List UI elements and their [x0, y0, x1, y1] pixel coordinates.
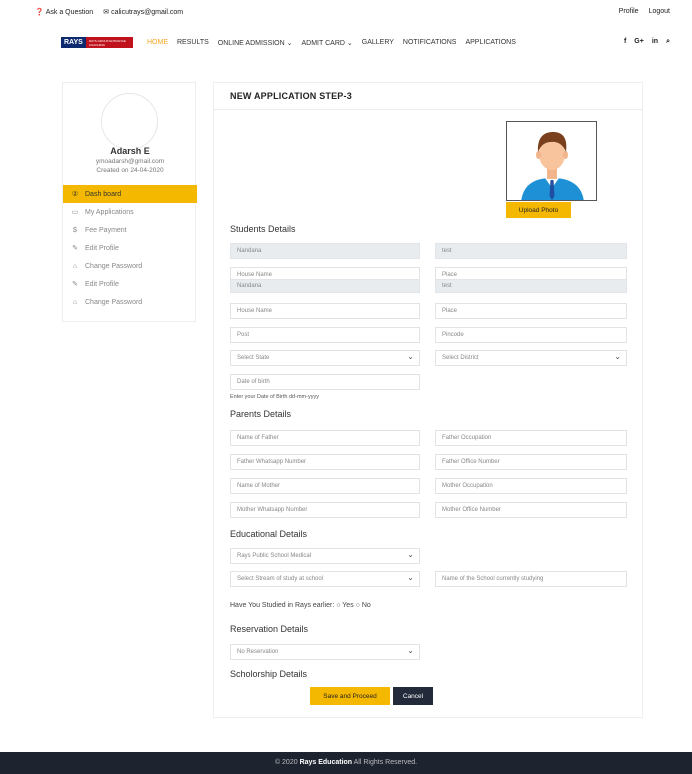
- sidebar-item-label: Fee Payment: [85, 226, 127, 234]
- student-name-field[interactable]: Nandana: [230, 243, 420, 259]
- person-placeholder-icon: [507, 122, 596, 200]
- page-title: NEW APPLICATION STEP-3: [230, 91, 352, 101]
- nav-applications[interactable]: APPLICATIONS: [465, 39, 515, 47]
- main-navbar: RAYS RAYS GROUP ENTRANCE COACHING HOME R…: [0, 30, 692, 54]
- mail-icon: ✉: [103, 9, 110, 16]
- house-name-field[interactable]: House Name: [230, 303, 420, 319]
- mother-whatsapp-field[interactable]: Mother Whatsapp Number: [230, 502, 420, 518]
- applications-icon: ▭: [71, 209, 79, 216]
- nav-menu: HOME RESULTS ONLINE ADMISSION ⌄ ADMIT CA…: [147, 39, 516, 47]
- sidebar-item-edit-profile-2[interactable]: ✎ Edit Profile: [63, 275, 197, 293]
- reservation-select[interactable]: No Reservation: [230, 644, 420, 660]
- question-icon: ❓: [35, 9, 44, 16]
- linkedin-icon[interactable]: in: [652, 38, 658, 46]
- post-field[interactable]: Post: [230, 327, 420, 343]
- profile-card: Adarsh E ymoadarsh@gmail.com Created on …: [62, 82, 197, 322]
- email-link[interactable]: ✉ calicutrays@gmail.com: [103, 8, 183, 16]
- scholarship-details-heading: Scholorship Details: [230, 669, 308, 679]
- lock-icon: ⌂: [72, 298, 78, 306]
- current-school-field[interactable]: Name of the School currently studying: [435, 571, 627, 587]
- nav-notifications[interactable]: NOTIFICATIONS: [403, 39, 457, 47]
- save-and-proceed-button[interactable]: Save and Proceed: [310, 687, 390, 705]
- edit-icon: ✎: [72, 245, 78, 252]
- student-name-field-2[interactable]: Nandana: [230, 279, 420, 293]
- father-occupation-field[interactable]: Father Occupation: [435, 430, 627, 446]
- district-select[interactable]: Select District: [435, 350, 627, 366]
- father-whatsapp-field[interactable]: Father Whatsapp Number: [230, 454, 420, 470]
- logout-link[interactable]: Logout: [649, 8, 670, 15]
- sidebar-item-change-password-2[interactable]: ⌂ Change Password: [63, 293, 197, 311]
- place-field[interactable]: Place: [435, 303, 627, 319]
- nav-gallery[interactable]: GALLERY: [362, 39, 394, 47]
- reservation-details-heading: Reservation Details: [230, 624, 309, 634]
- profile-name: Adarsh E: [110, 146, 150, 156]
- avatar: [101, 93, 158, 150]
- sidebar-item-my-applications[interactable]: ▭ My Applications: [63, 203, 197, 221]
- title-divider: [214, 109, 642, 110]
- dob-hint: Enter your Date of Birth dd-mm-yyyy: [230, 394, 319, 400]
- sidebar-item-label: Change Password: [85, 262, 143, 270]
- state-select[interactable]: Select State: [230, 350, 420, 366]
- facebook-icon[interactable]: f: [624, 38, 626, 46]
- educational-details-heading: Educational Details: [230, 529, 308, 539]
- mother-name-field[interactable]: Name of Mother: [230, 478, 420, 494]
- footer-rights: All Rights Reserved.: [352, 759, 418, 766]
- dob-field[interactable]: Date of birth: [230, 374, 420, 390]
- student-last-name-field-2[interactable]: test: [435, 279, 627, 293]
- dollar-icon: $: [73, 226, 77, 234]
- pincode-field[interactable]: Pincode: [435, 327, 627, 343]
- sidebar-item-dashboard[interactable]: ② Dash board: [63, 185, 197, 203]
- parents-details-heading: Parents Details: [230, 409, 292, 419]
- footer: © 2020 Rays Education All Rights Reserve…: [0, 752, 692, 774]
- nav-results[interactable]: RESULTS: [177, 39, 209, 47]
- sidebar-item-edit-profile[interactable]: ✎ Edit Profile: [63, 239, 197, 257]
- nav-admit-card[interactable]: ADMIT CARD ⌄: [302, 39, 353, 47]
- mother-office-field[interactable]: Mother Office Number: [435, 502, 627, 518]
- footer-brand: Rays Education: [299, 759, 353, 766]
- profile-link[interactable]: Profile: [619, 8, 639, 15]
- edit-icon: ✎: [72, 281, 78, 288]
- application-form-card: NEW APPLICATION STEP-3 Upload Photo Stud…: [213, 82, 643, 718]
- social-links: f G+ in ⌕: [624, 38, 670, 46]
- ask-question-label: Ask a Question: [45, 9, 94, 16]
- ask-question-link[interactable]: ❓ Ask a Question: [35, 8, 93, 16]
- upload-photo-button[interactable]: Upload Photo: [506, 202, 571, 218]
- sidebar-item-label: Change Password: [85, 298, 143, 306]
- profile-created-date: Created on 24-04-2020: [96, 167, 164, 174]
- rays-logo[interactable]: RAYS RAYS GROUP ENTRANCE COACHING: [61, 37, 133, 48]
- sidebar-item-label: Edit Profile: [85, 244, 119, 252]
- father-name-field[interactable]: Name of Father: [230, 430, 420, 446]
- father-office-field[interactable]: Father Office Number: [435, 454, 627, 470]
- school-select[interactable]: Rays Public School Medical: [230, 548, 420, 564]
- nav-online-admission[interactable]: ONLINE ADMISSION ⌄: [218, 39, 293, 47]
- student-last-name-field[interactable]: test: [435, 243, 627, 259]
- sidebar-item-label: Dash board: [85, 190, 122, 198]
- google-plus-icon[interactable]: G+: [634, 38, 644, 46]
- sidebar-item-fee-payment[interactable]: $ Fee Payment: [63, 221, 197, 239]
- students-details-heading: Students Details: [230, 224, 296, 234]
- mother-occupation-field[interactable]: Mother Occupation: [435, 478, 627, 494]
- email-label: calicutrays@gmail.com: [111, 9, 184, 16]
- student-photo: [506, 121, 597, 201]
- sidebar-item-change-password[interactable]: ⌂ Change Password: [63, 257, 197, 275]
- logo-main-text: RAYS: [61, 37, 86, 48]
- dashboard-icon: ②: [71, 191, 79, 198]
- sidebar-item-label: My Applications: [85, 208, 134, 216]
- profile-email: ymoadarsh@gmail.com: [95, 158, 165, 165]
- footer-copyright: © 2020: [274, 759, 300, 766]
- sidebar-menu: ② Dash board ▭ My Applications $ Fee Paymen…: [63, 185, 197, 311]
- nav-home[interactable]: HOME: [147, 39, 168, 47]
- search-icon[interactable]: ⌕: [666, 38, 670, 46]
- stream-select[interactable]: Select Stream of study at school: [230, 571, 420, 587]
- logo-sub-text: RAYS GROUP ENTRANCE COACHING: [88, 38, 126, 47]
- studied-in-rays-question[interactable]: Have You Studied in Rays earlier: ○ Yes …: [230, 602, 371, 609]
- cancel-button[interactable]: Cancel: [393, 687, 433, 705]
- lock-icon: ⌂: [72, 262, 78, 270]
- sidebar-item-label: Edit Profile: [85, 280, 119, 288]
- top-bar: ❓ Ask a Question ✉ calicutrays@gmail.com P…: [0, 0, 692, 26]
